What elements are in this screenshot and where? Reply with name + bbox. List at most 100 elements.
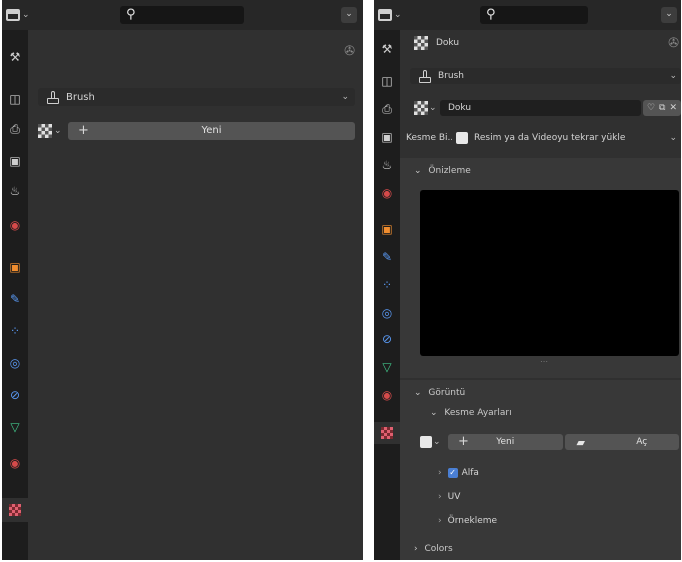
- header: ⌄ ⚲ ⌄: [374, 0, 681, 30]
- header: ⌄ ⚲ ⌄: [2, 0, 363, 30]
- settings-subsection-header[interactable]: ⌄ Kesme Ayarları: [430, 408, 512, 418]
- chevron-right-icon: ›: [438, 516, 442, 526]
- texture-icon: [381, 427, 393, 439]
- image-section: ⌄ Görüntü ⌄ Kesme Ayarları ⌄ + Yeni ▰ Aç: [400, 380, 681, 560]
- reload-image-button[interactable]: Resim ya da Videoyu tekrar yükle ⌄: [456, 130, 681, 146]
- alpha-subsection[interactable]: › ✓ Alfa: [438, 468, 479, 478]
- chevron-down-icon: ⌄: [433, 437, 441, 447]
- preview-section-header[interactable]: ⌄ Önizleme: [414, 166, 471, 176]
- folder-icon: ▰: [576, 436, 585, 449]
- physics-icon[interactable]: ◎: [378, 304, 396, 322]
- texture-browse-button[interactable]: ⌄: [38, 124, 68, 138]
- particles-icon[interactable]: ⁘: [6, 322, 24, 340]
- brush-selector-label: Brush: [438, 71, 464, 81]
- sampling-subsection[interactable]: › Örnekleme: [438, 516, 497, 526]
- brush-icon: [418, 69, 432, 83]
- view-layer-icon[interactable]: ▣: [378, 128, 396, 146]
- constraints-icon[interactable]: ⊘: [6, 386, 24, 404]
- world-icon[interactable]: ◉: [378, 184, 396, 202]
- resize-handle[interactable]: ⋯: [540, 357, 549, 366]
- physics-icon[interactable]: ◎: [6, 354, 24, 372]
- pin-icon[interactable]: ✇: [344, 44, 355, 59]
- options-dropdown-button[interactable]: ⌄: [661, 7, 677, 23]
- options-dropdown-button[interactable]: ⌄: [341, 7, 357, 23]
- material-icon[interactable]: ◉: [378, 386, 396, 404]
- wrench-icon[interactable]: ✎: [6, 290, 24, 308]
- material-icon[interactable]: ◉: [6, 454, 24, 472]
- fake-user-icon[interactable]: ♡: [647, 103, 655, 113]
- texture-tab[interactable]: [374, 422, 400, 444]
- new-texture-button[interactable]: + Yeni: [68, 122, 355, 140]
- texture-tab[interactable]: [2, 498, 28, 522]
- chevron-down-icon: ⌄: [429, 103, 437, 113]
- image-section-header[interactable]: ⌄ Görüntü: [414, 388, 465, 398]
- chevron-down-icon: ⌄: [394, 10, 402, 20]
- properties-panel-right: ⌄ ⚲ ⌄ ⚒ ◫ ⎙ ▣ ♨ ◉ ▣ ✎ ⁘ ◎ ⊘ ▽ ◉ Doku ✇ B…: [374, 0, 681, 560]
- pin-icon[interactable]: ✇: [668, 36, 679, 51]
- particles-icon[interactable]: ⁘: [378, 276, 396, 294]
- mesh-data-icon[interactable]: ▽: [6, 418, 24, 436]
- output-icon[interactable]: ⎙: [6, 120, 24, 138]
- texture-name-field[interactable]: Doku: [440, 100, 641, 116]
- constraints-icon[interactable]: ⊘: [378, 330, 396, 348]
- properties-tabs: ⚒ ◫ ⎙ ▣ ♨ ◉ ▣ ✎ ⁘ ◎ ⊘ ▽ ◉: [374, 30, 400, 560]
- chevron-down-icon: ⌄: [669, 133, 677, 143]
- chevron-down-icon: ⌄: [22, 10, 30, 20]
- chevron-right-icon: ›: [438, 468, 442, 478]
- colors-section-header[interactable]: › Colors: [414, 544, 453, 554]
- chevron-down-icon: ⌄: [669, 71, 677, 81]
- properties-panel-left: ⌄ ⚲ ⌄ ⚒ ◫ ⎙ ▣ ♨ ◉ ▣ ✎ ⁘ ◎ ⊘ ▽ ◉ ✇ Brush …: [2, 0, 363, 560]
- tool-icon[interactable]: ⚒: [6, 48, 24, 66]
- search-icon: ⚲: [126, 7, 136, 22]
- context-label: Doku: [436, 38, 460, 48]
- duplicate-icon[interactable]: ⧉: [659, 103, 665, 113]
- search-icon: ⚲: [486, 7, 496, 22]
- render-icon[interactable]: ◫: [6, 90, 24, 108]
- open-image-button[interactable]: ▰ Aç: [564, 434, 679, 450]
- brush-selector-label: Brush: [66, 91, 95, 103]
- texture-name-value: Doku: [448, 103, 472, 113]
- chevron-down-icon: ⌄: [54, 126, 62, 136]
- view-layer-icon[interactable]: ▣: [6, 152, 24, 170]
- editor-type-selector[interactable]: ⌄: [6, 7, 36, 23]
- properties-editor-icon: [378, 9, 392, 21]
- brush-selector[interactable]: Brush ⌄: [38, 88, 355, 106]
- image-icon: [420, 436, 432, 448]
- output-icon[interactable]: ⎙: [378, 100, 396, 118]
- search-input[interactable]: ⚲: [120, 6, 244, 24]
- object-icon[interactable]: ▣: [6, 258, 24, 276]
- image-browse-button[interactable]: ⌄: [420, 436, 448, 448]
- properties-content: ✇ Brush ⌄ ⌄ + Yeni: [28, 30, 363, 560]
- texture-browse-button[interactable]: ⌄: [414, 101, 440, 115]
- brush-selector[interactable]: Brush ⌄: [410, 68, 681, 84]
- mesh-data-icon[interactable]: ▽: [378, 358, 396, 376]
- texture-preview: [420, 190, 679, 356]
- object-icon[interactable]: ▣: [378, 220, 396, 238]
- tool-icon[interactable]: ⚒: [378, 40, 396, 58]
- scene-icon[interactable]: ♨: [378, 156, 396, 174]
- properties-content: Doku ✇ Brush ⌄ ⌄ Doku ♡ ⧉ ✕ Kesme Bi... …: [400, 30, 681, 560]
- chevron-down-icon: ⌄: [414, 166, 422, 176]
- search-input[interactable]: ⚲: [480, 6, 588, 24]
- chevron-right-icon: ›: [414, 544, 418, 554]
- uv-subsection[interactable]: › UV: [438, 492, 460, 502]
- world-icon[interactable]: ◉: [6, 216, 24, 234]
- image-icon: [456, 132, 468, 144]
- texture-icon: [414, 101, 428, 115]
- render-icon[interactable]: ◫: [378, 72, 396, 90]
- properties-tabs: ⚒ ◫ ⎙ ▣ ♨ ◉ ▣ ✎ ⁘ ◎ ⊘ ▽ ◉: [2, 30, 28, 560]
- scene-icon[interactable]: ♨: [6, 182, 24, 200]
- texture-icon: [9, 504, 21, 516]
- alpha-checkbox[interactable]: ✓: [447, 468, 458, 478]
- brush-icon: [46, 90, 60, 104]
- texture-icon: [38, 124, 52, 138]
- preview-section: ⌄ Önizleme ⋯: [400, 158, 681, 378]
- chevron-down-icon: ⌄: [414, 388, 422, 398]
- editor-type-selector[interactable]: ⌄: [378, 7, 408, 23]
- wrench-icon[interactable]: ✎: [378, 248, 396, 266]
- new-texture-label: Yeni: [201, 125, 222, 136]
- close-icon[interactable]: ✕: [669, 103, 677, 113]
- image-row-label: Kesme Bi...: [406, 133, 452, 143]
- chevron-right-icon: ›: [438, 492, 442, 502]
- new-image-button[interactable]: + Yeni: [448, 434, 563, 450]
